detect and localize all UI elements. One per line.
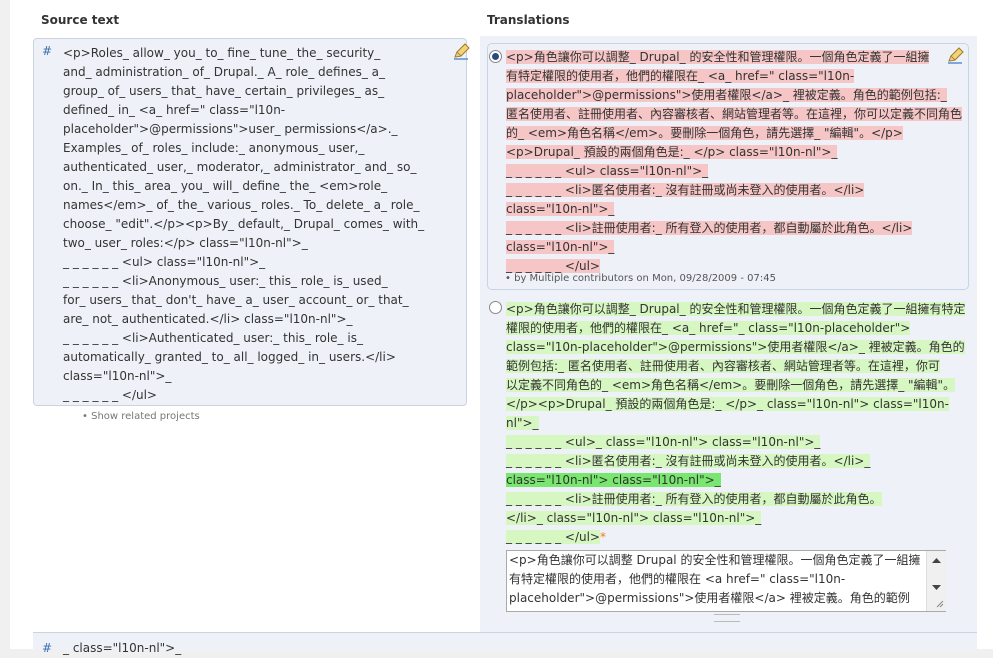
translation-radio-new[interactable] (489, 301, 502, 314)
translation-line: 以定義不同角色的_ <em>角色名稱</em>。要刪除一個角色，請先選擇_ "編… (506, 378, 956, 392)
source-line: authenticated_ user,_ moderator,_ admini… (63, 160, 417, 174)
bullet-icon: • (505, 273, 511, 284)
translation-line: _ _ _ _ _ _ <ul> class="l10n-nl">_ (506, 164, 709, 178)
source-line: group_ of_ users_ that_ have_ certain_ p… (63, 84, 385, 98)
changed-marker: * (599, 530, 606, 544)
source-line: class="l10n-nl">_ (63, 369, 172, 383)
source-line: automatically_ granted_ to_ all_ logged_… (63, 350, 396, 364)
source-permalink[interactable]: # (42, 641, 52, 655)
translation-line: _ _ _ _ _ _ </ul> (506, 530, 600, 544)
translation-line: _ _ _ _ _ _ <li>匿名使用者:_ 沒有註冊或尚未登入的使用者。</… (506, 183, 865, 197)
source-line: choose_ "edit".</p><p>By_ default,_ Drup… (63, 217, 425, 231)
translation-line: _ _ _ _ _ _ <ul>_ class="l10n-nl"> class… (506, 435, 821, 449)
source-text-body: <p>Roles_ allow_ you_ to_ fine_ tune_ th… (63, 44, 463, 405)
translation-line: placeholder">@permissions">使用者權限</a>_ 裡被… (506, 88, 947, 102)
textarea-line: 有特定權限的使用者，他們的權限在 <a href=" class="l10n- (509, 572, 846, 586)
translation-line: _ _ _ _ _ _ </ul> (506, 259, 600, 273)
translations-header: Translations (487, 13, 570, 27)
source-permalink[interactable]: # (42, 44, 52, 58)
translation-radio-selected[interactable] (489, 50, 502, 63)
translation-line: 範例包括:_ 匿名使用者、註冊使用者、內容審核者、網站管理者等。在這裡，你可 (506, 359, 940, 373)
source-line: two_ user_ roles:</p> class="l10n-nl">_ (63, 236, 308, 250)
translation-line: <p>角色讓你可以調整_ Drupal_ 的安全性和管理權限。一個角色定義了一組… (506, 50, 930, 64)
source-text-header: Source text (41, 13, 120, 27)
scroll-arrows-icon[interactable] (927, 551, 946, 611)
translation-line: 權限的使用者，他們的權限在_ <a_ href="_ class="l10n-p… (506, 321, 911, 335)
translation-line: </li>_ class="l10n-nl"> class="l10n-nl">… (506, 511, 762, 525)
translation-line: 有特定權限的使用者，他們的權限在_ <a_ href=" class="l10n… (506, 69, 855, 83)
translation-line: class="l10n-nl"> class="l10n-nl">_ (506, 473, 721, 487)
translation-line: 的_ <em>角色名稱</em>。要刪除一個角色，請先選擇_ "編輯"。</p> (506, 126, 903, 140)
source-line: _ _ _ _ _ _ <li>Anonymous_ user:_ this_ … (63, 274, 388, 288)
translation-line: class="l10n-nl">_ (506, 202, 615, 216)
bullet-icon: • (82, 411, 88, 422)
translation-line: nl">_ (506, 416, 539, 430)
source-line: defined_ in_ <a_ href=" class="l10n- (63, 103, 286, 117)
translation-line: class="l10n-placeholder">@permissions">使… (506, 340, 965, 354)
translation-line: </p><p>Drupal_ 預設的兩個角色是:_ </p>_ class="l… (506, 397, 949, 411)
source-line: are_ not_ authenticated.</li> class="l10… (63, 312, 353, 326)
source-line: <p>Roles_ allow_ you_ to_ fine_ tune_ th… (63, 46, 381, 60)
source-line: names</em>_ of_ the_ various_ roles._ To… (63, 198, 420, 212)
source-line: _ _ _ _ _ _ </ul> (63, 388, 157, 402)
translation-author-date: by Multiple contributors on Mon, 09/28/2… (514, 273, 776, 284)
source-line: for_ users_ that_ don't_ have_ a_ user_ … (63, 293, 409, 307)
translation-meta: • by Multiple contributors on Mon, 09/28… (505, 273, 776, 284)
show-related-projects-label: Show related projects (91, 411, 200, 422)
translation-line: _ _ _ _ _ _ <li>註冊使用者:_ 所有登入的使用者，都自動屬於此角… (506, 221, 913, 235)
source-line: on._ In_ this_ area_ you_ will_ define_ … (63, 179, 388, 193)
translation-line: _ _ _ _ _ _ <li>匿名使用者:_ 沒有註冊或尚未登入的使用者。</… (506, 454, 871, 468)
show-related-projects-link[interactable]: • Show related projects (82, 411, 200, 422)
resize-grip[interactable] (714, 614, 740, 622)
pencil-icon[interactable] (946, 47, 964, 65)
translation-line: <p>角色讓你可以調整_ Drupal_ 的安全性和管理權限。一個角色定義了一組… (506, 302, 966, 316)
translation-line: 匿名使用者、註冊使用者、內容審核者、網站管理者等。在這裡，你可以定義不同角色 (506, 107, 963, 121)
source-line: and_ administration_ of_ Drupal._ A_ rol… (63, 65, 385, 79)
source-line: Examples_ of_ roles_ include:_ anonymous… (63, 141, 365, 155)
translation-line: <p>Drupal_ 預設的兩個角色是:_ </p> class="l10n-n… (506, 145, 838, 159)
textarea-scrollbar[interactable] (926, 551, 946, 611)
translation-textarea[interactable]: <p>角色讓你可以調整 Drupal 的安全性和管理權限。一個角色定義了一組擁 … (506, 550, 946, 612)
translation-line: class="l10n-nl">_ (506, 240, 615, 254)
source-line: _ _ _ _ _ _ <li>Authenticated_ user:_ th… (63, 331, 363, 345)
translation-line: _ _ _ _ _ _ <li>註冊使用者:_ 所有登入的使用者，都自動屬於此角… (506, 492, 882, 506)
textarea-line: placeholder">@permissions">使用者權限</a> 裡被定… (509, 591, 910, 605)
source-line: _ _ _ _ _ _ <ul> class="l10n-nl">_ (63, 255, 266, 269)
source-line: placeholder">@permissions">user_ permiss… (63, 122, 398, 136)
textarea-line: <p>角色讓你可以調整 Drupal 的安全性和管理權限。一個角色定義了一組擁 (509, 553, 921, 567)
